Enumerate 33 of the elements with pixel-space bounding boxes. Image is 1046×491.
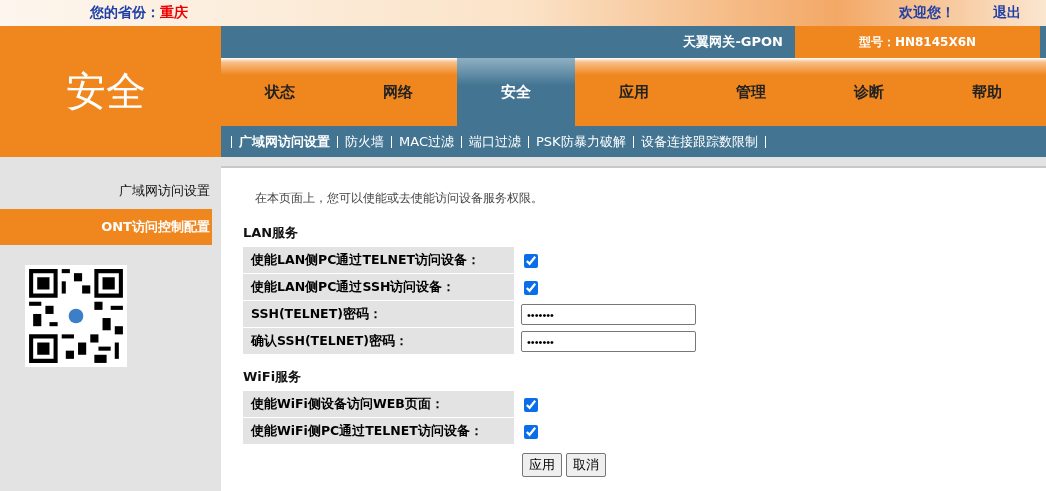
welcome-text: 欢迎您！ <box>899 4 955 22</box>
form-label: SSH(TELNET)密码： <box>243 301 514 328</box>
sub-nav-link[interactable]: PSK防暴力破解 <box>535 132 626 151</box>
apply-button[interactable]: 应用 <box>522 453 562 477</box>
password-field[interactable]: ••••••• <box>521 304 696 325</box>
logout-link[interactable]: 退出 <box>993 4 1021 22</box>
intro-text: 在本页面上，您可以使能或去使能访问设备服务权限。 <box>255 190 544 207</box>
checkbox[interactable] <box>524 424 538 439</box>
gateway-name: 天翼网关-GPON <box>683 33 784 51</box>
sub-nav-link[interactable]: 设备连接跟踪数限制 <box>640 132 758 151</box>
province-label: 您的省份： <box>90 4 160 20</box>
section-heading: LAN服务 <box>243 224 300 242</box>
model-label: 型号：HN8145X6N <box>795 26 1040 58</box>
checkbox[interactable] <box>524 253 538 268</box>
form-label: 使能LAN侧PC通过SSH访问设备： <box>243 274 514 301</box>
sub-nav-link[interactable]: 防火墙 <box>345 132 384 151</box>
sub-nav-link[interactable]: 广域网访问设置 <box>239 132 330 151</box>
section-heading: WiFi服务 <box>243 368 303 386</box>
form-label: 使能LAN侧PC通过TELNET访问设备： <box>243 247 514 274</box>
form-label: 使能WiFi侧设备访问WEB页面： <box>243 391 514 418</box>
province-name: 重庆 <box>160 4 188 20</box>
sub-nav-link[interactable]: MAC过滤 <box>399 132 454 151</box>
sidebar-item[interactable]: 广域网访问设置 <box>0 173 212 209</box>
password-field[interactable]: ••••••• <box>521 331 696 352</box>
qr-code-icon <box>25 265 127 367</box>
cancel-button[interactable]: 取消 <box>566 453 606 477</box>
sub-nav-link[interactable]: 端口过滤 <box>468 132 521 151</box>
checkbox[interactable] <box>524 397 538 412</box>
nav-tab[interactable]: 安全 <box>456 58 575 126</box>
checkbox[interactable] <box>524 280 538 295</box>
form-label: 使能WiFi侧PC通过TELNET访问设备： <box>243 418 514 445</box>
form-label: 确认SSH(TELNET)密码： <box>243 328 514 355</box>
section-title: 安全 <box>65 67 146 116</box>
